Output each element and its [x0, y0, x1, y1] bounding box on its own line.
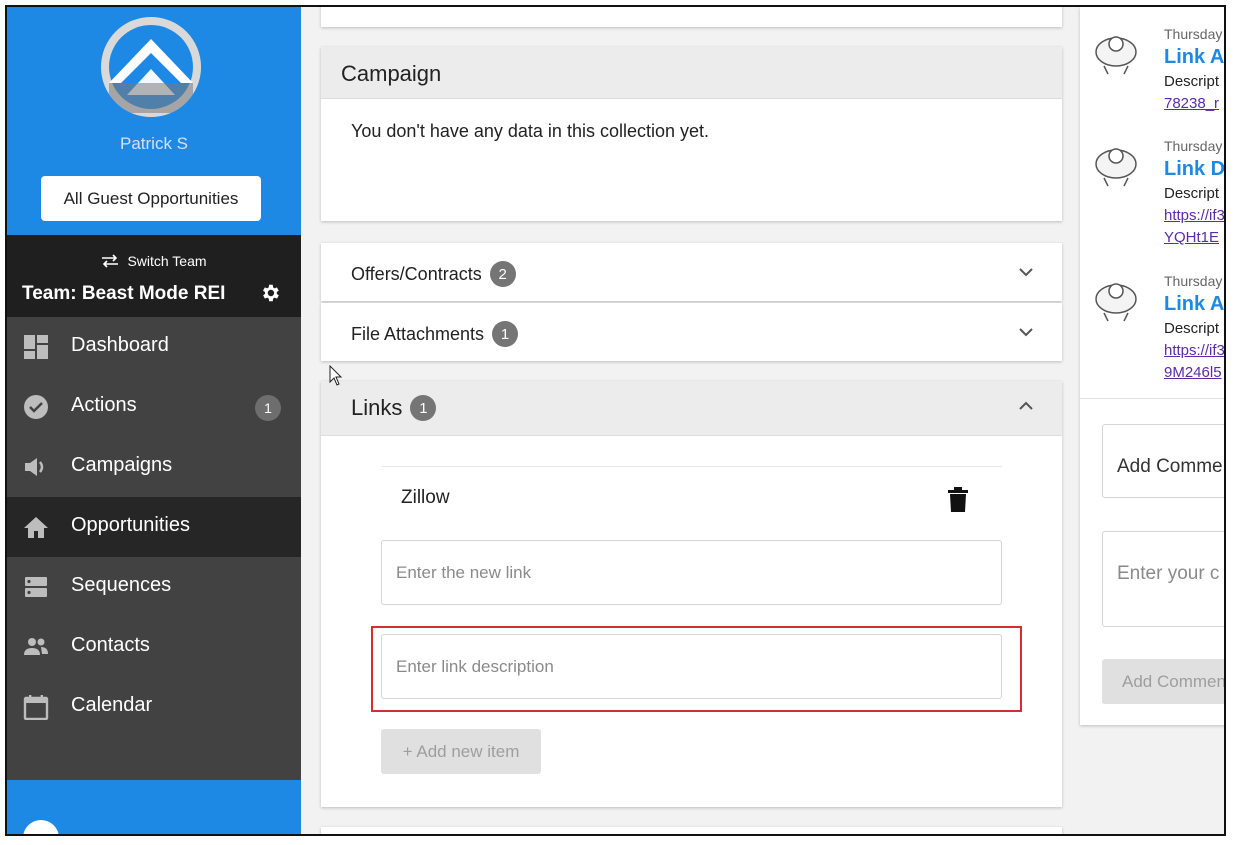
- activity-link[interactable]: 78238_r: [1164, 95, 1219, 112]
- activity-description: Descript: [1164, 185, 1220, 202]
- campaign-title: Campaign: [341, 61, 442, 86]
- sidebar: Patrick S All Guest Opportunities Switch…: [7, 7, 301, 834]
- offers-count-badge: 2: [489, 261, 516, 287]
- next-card: [321, 827, 1062, 834]
- gear-icon[interactable]: [259, 282, 281, 304]
- activity-description: Descript: [1164, 320, 1220, 337]
- link-label[interactable]: Zillow: [401, 487, 450, 509]
- check-circle-icon: [24, 395, 48, 419]
- campaign-card: Campaign You don't have any data in this…: [321, 47, 1062, 221]
- user-avatar-icon: [1095, 36, 1137, 75]
- activity-link[interactable]: https://if3: [1164, 207, 1224, 224]
- trash-icon[interactable]: [947, 487, 969, 513]
- avatar[interactable]: [101, 17, 201, 117]
- sidebar-item-label: Opportunities: [71, 514, 190, 536]
- activity-panel: Thursday Link A Descript 78238_r Thursda…: [1080, 7, 1224, 834]
- sidebar-item-label: Contacts: [71, 634, 150, 656]
- chevron-up-icon[interactable]: [1017, 397, 1035, 415]
- activity-date: Thursday: [1164, 138, 1223, 154]
- home-icon: [24, 517, 48, 538]
- links-accordion: Links 1 Zillow + Add new item: [321, 381, 1062, 807]
- activity-title[interactable]: Link A: [1164, 293, 1224, 316]
- links-count-badge: 1: [410, 395, 437, 421]
- activity-title[interactable]: Link D: [1164, 158, 1224, 181]
- accordion-header: Links 1: [351, 395, 437, 421]
- sidebar-item-label: Sequences: [71, 574, 172, 596]
- brand-logo-icon: [23, 820, 59, 834]
- file-attachments-accordion[interactable]: File Attachments 1: [321, 303, 1062, 361]
- files-count-badge: 1: [492, 321, 519, 347]
- offers-contracts-accordion[interactable]: Offers/Contracts 2: [321, 243, 1062, 301]
- activity-item: Thursday Link A Descript https://if3 9M2…: [1080, 273, 1224, 383]
- file-attachments-label: File Attachments: [351, 323, 485, 344]
- sidebar-item-label: Dashboard: [71, 334, 169, 356]
- sidebar-item-opportunities[interactable]: Opportunities: [7, 497, 301, 557]
- sidebar-item-sequences[interactable]: Sequences: [7, 557, 301, 617]
- sidebar-item-campaigns[interactable]: Campaigns: [7, 437, 301, 497]
- activity-link[interactable]: 9M246l5: [1164, 364, 1222, 381]
- switch-team-label: Switch Team: [127, 253, 207, 269]
- activity-date: Thursday: [1164, 273, 1223, 289]
- empty-state-text: You don't have any data in this collecti…: [351, 121, 710, 141]
- accordion-header: File Attachments 1: [351, 321, 519, 347]
- activity-item: Thursday Link D Descript https://if3 YQH…: [1080, 138, 1224, 248]
- main-content: Campaign You don't have any data in this…: [301, 7, 1080, 834]
- add-new-item-button[interactable]: + Add new item: [381, 729, 541, 774]
- people-icon: [24, 638, 48, 655]
- previous-card: [321, 7, 1062, 27]
- sidebar-item-label: Calendar: [71, 694, 153, 716]
- brand-footer: [7, 780, 301, 834]
- chevron-down-icon[interactable]: [1017, 323, 1035, 341]
- activity-title[interactable]: Link A: [1164, 46, 1224, 69]
- profile-section: Patrick S All Guest Opportunities: [7, 7, 301, 235]
- comment-input[interactable]: Enter your c: [1102, 531, 1224, 627]
- activity-feed: Thursday Link A Descript 78238_r Thursda…: [1080, 7, 1224, 725]
- chevron-down-icon[interactable]: [1017, 263, 1035, 281]
- sidebar-nav: Dashboard Actions 1 Campaigns Opportunit…: [7, 317, 301, 737]
- link-description-input[interactable]: [381, 634, 1002, 699]
- activity-link[interactable]: YQHt1E: [1164, 229, 1219, 246]
- user-avatar-icon: [1095, 148, 1137, 187]
- switch-team-button[interactable]: Switch Team: [7, 253, 301, 269]
- sidebar-item-contacts[interactable]: Contacts: [7, 617, 301, 677]
- megaphone-icon: [25, 458, 44, 476]
- mouse-cursor-icon: [329, 365, 343, 386]
- user-avatar-icon: [1095, 283, 1137, 322]
- sidebar-item-calendar[interactable]: Calendar: [7, 677, 301, 737]
- divider: [1080, 398, 1224, 399]
- list-item[interactable]: Zillow: [381, 466, 1002, 530]
- activity-item: Thursday Link A Descript 78238_r: [1080, 26, 1224, 136]
- actions-count-badge: 1: [255, 395, 281, 421]
- team-section: Switch Team Team: Beast Mode REI: [7, 235, 301, 317]
- sidebar-item-label: Actions: [71, 394, 137, 416]
- sequences-icon: [25, 577, 47, 597]
- profile-name: Patrick S: [119, 134, 189, 153]
- accordion-header: Offers/Contracts 2: [351, 261, 516, 287]
- calendar-icon: [23, 695, 49, 720]
- links-label: Links: [351, 395, 403, 420]
- mountain-logo-icon: [101, 17, 201, 117]
- sidebar-item-actions[interactable]: Actions 1: [7, 377, 301, 437]
- dashboard-icon: [24, 335, 48, 359]
- all-guest-opportunities-button[interactable]: All Guest Opportunities: [41, 176, 261, 221]
- team-name: Team: Beast Mode REI: [22, 283, 226, 304]
- links-header[interactable]: Links 1: [321, 381, 1062, 436]
- campaign-header: Campaign: [321, 47, 1062, 99]
- activity-link[interactable]: https://if3: [1164, 342, 1224, 359]
- offers-contracts-label: Offers/Contracts: [351, 263, 482, 284]
- sidebar-item-dashboard[interactable]: Dashboard: [7, 317, 301, 377]
- swap-arrows-icon: [102, 254, 119, 268]
- activity-date: Thursday: [1164, 26, 1223, 42]
- comment-subject-field[interactable]: Add Comme: [1102, 424, 1224, 498]
- sidebar-item-label: Campaigns: [71, 454, 173, 476]
- activity-description: Descript: [1164, 73, 1220, 90]
- app-window: Patrick S All Guest Opportunities Switch…: [5, 5, 1226, 836]
- new-link-input[interactable]: [381, 540, 1002, 605]
- add-comment-button[interactable]: Add Commen: [1102, 659, 1224, 704]
